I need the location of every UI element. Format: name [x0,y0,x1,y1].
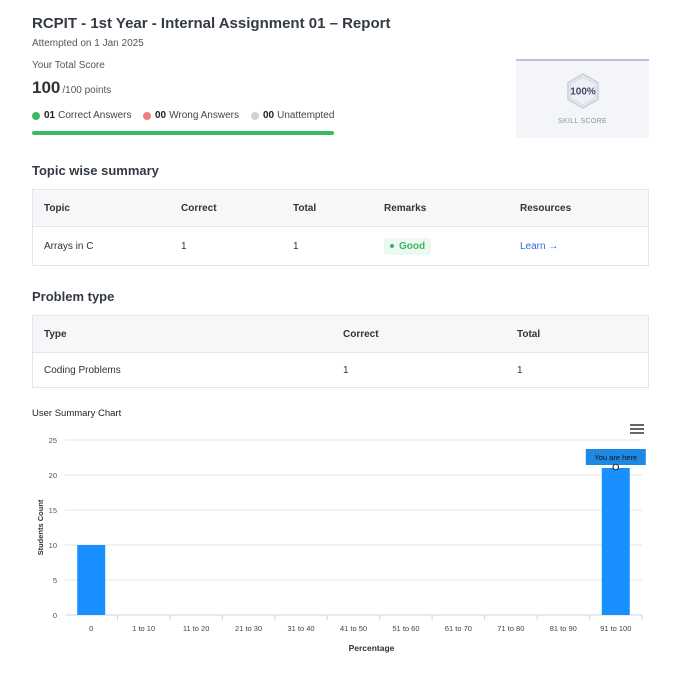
x-tick-label: 31 to 40 [287,624,314,633]
x-tick-label: 41 to 50 [340,624,367,633]
y-tick-label: 15 [49,506,57,515]
x-tick-label: 1 to 10 [132,624,155,633]
y-tick-label: 20 [49,471,57,480]
annotation-marker [612,463,620,471]
bar-0 [77,545,106,615]
bar-10 [601,468,630,615]
x-tick-label: 0 [89,624,93,633]
x-tick-label: 81 to 90 [550,624,577,633]
y-tick-label: 25 [49,436,57,445]
y-axis-title: Students Count [36,499,45,555]
y-tick-label: 10 [49,541,57,550]
x-axis-title: Percentage [349,643,395,653]
x-tick-label: 91 to 100 [600,624,631,633]
y-tick-label: 5 [53,576,57,585]
x-tick-label: 21 to 30 [235,624,262,633]
user-summary-chart: 0 5 10 15 20 25 0 1 to 10 11 to 20 21 to 30 31 to … [36,436,646,653]
x-tick-label: 71 to 80 [497,624,524,633]
y-tick-label: 0 [53,611,57,620]
annotation-text: You are here [594,453,637,462]
x-tick-label: 51 to 60 [392,624,419,633]
x-tick-label: 11 to 20 [183,624,210,633]
x-tick-label: 61 to 70 [445,624,472,633]
